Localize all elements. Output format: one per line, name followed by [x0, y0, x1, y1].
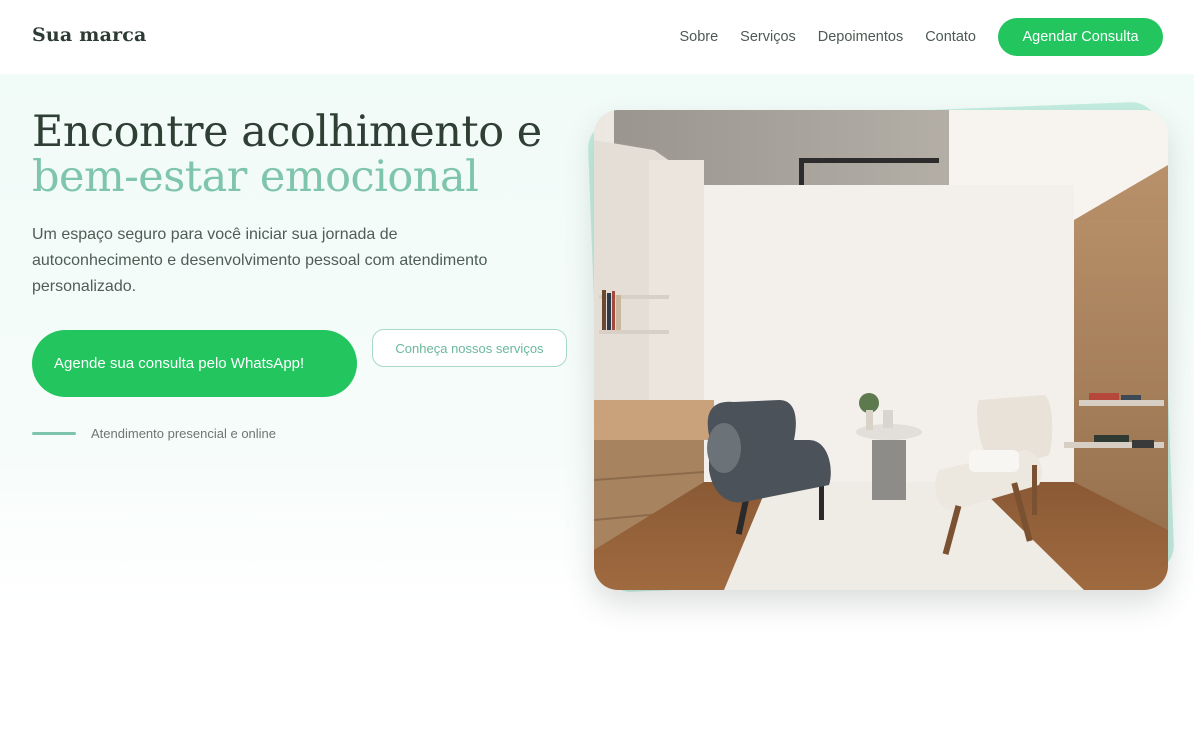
hero-title: Encontre acolhimento e bem-estar emocion… — [32, 110, 542, 200]
accent-divider — [32, 432, 76, 435]
office-room-photo — [594, 110, 1168, 590]
schedule-appointment-button[interactable]: Agendar Consulta — [998, 18, 1163, 56]
nav-link-sobre[interactable]: Sobre — [679, 29, 718, 45]
main-nav: Sobre Serviços Depoimentos Contato — [679, 29, 976, 45]
service-mode-text: Atendimento presencial e online — [91, 426, 277, 441]
brand-logo[interactable]: Sua marca — [32, 24, 147, 46]
nav-link-depoimentos[interactable]: Depoimentos — [818, 29, 903, 45]
whatsapp-booking-button[interactable]: Agende sua consulta pelo WhatsApp! — [32, 330, 357, 397]
service-mode-note: Atendimento presencial e online — [32, 426, 276, 441]
hero-description: Um espaço seguro para você iniciar sua j… — [32, 226, 488, 295]
services-button[interactable]: Conheça nossos serviços — [372, 329, 567, 367]
nav-link-servicos[interactable]: Serviços — [740, 29, 796, 45]
nav-link-contato[interactable]: Contato — [925, 29, 976, 45]
hero-title-line1: Encontre acolhimento e — [32, 107, 542, 157]
site-header: Sua marca Sobre Serviços Depoimentos Con… — [0, 0, 1194, 74]
hero-title-line2: bem-estar emocional — [32, 152, 479, 202]
